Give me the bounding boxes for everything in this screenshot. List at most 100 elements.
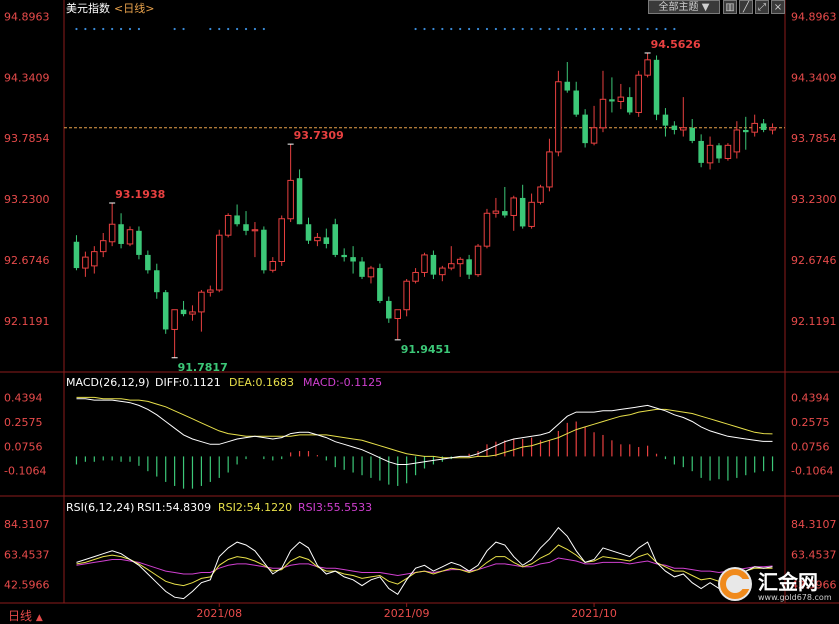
marker-dot	[476, 27, 480, 31]
extreme-label: 91.9451	[401, 343, 451, 356]
marker-dot	[530, 27, 533, 31]
candle-body-up	[769, 127, 776, 131]
candle-body-down	[689, 127, 695, 141]
marker-dot	[584, 27, 587, 31]
candle-body-up	[483, 212, 491, 247]
marker-dot	[102, 27, 105, 31]
rsi-tick-right: 63.4537	[791, 548, 837, 561]
candle-body-down	[716, 145, 722, 159]
theme-selector-label: 全部主题	[658, 2, 699, 13]
marker-dot	[592, 27, 596, 31]
candle-body-up	[314, 236, 321, 242]
candle-body-down	[653, 59, 660, 115]
candle-body-up	[537, 186, 544, 203]
marker-dot	[137, 27, 141, 31]
marker-dot	[75, 27, 78, 31]
rsi-tick-left: 84.3107	[4, 518, 50, 531]
candle-body-up	[224, 214, 232, 236]
extreme-label: 93.7309	[294, 129, 344, 142]
watermark-name: 汇金网	[758, 570, 818, 594]
candle-body-up	[171, 309, 178, 330]
expand-icon[interactable]: ⤢	[755, 0, 769, 14]
period-link[interactable]: <日线>	[114, 1, 154, 15]
candle-body-up	[635, 74, 642, 113]
marker-dot	[432, 27, 435, 31]
marker-dot	[218, 27, 221, 31]
candle-body-down	[466, 259, 472, 275]
watermark-logo: 汇金网 www.gold678.com	[718, 566, 834, 606]
candle-body-up	[510, 197, 518, 216]
candle-body-down	[305, 224, 312, 241]
rsi1-value: RSI1:54.8309	[137, 501, 211, 514]
macd-label: MACD(26,12,9)	[66, 376, 150, 389]
close-icon[interactable]: ×	[771, 0, 785, 14]
price-tick-left: 94.8963	[4, 10, 50, 23]
candle-body-down	[332, 224, 339, 255]
marker-dot	[262, 27, 265, 31]
price-tick-right: 94.3409	[791, 71, 837, 84]
rsi-tick-right: 84.3107	[791, 518, 837, 531]
marker-dot	[655, 27, 658, 31]
marker-dot	[673, 27, 676, 31]
candle-body-down	[760, 123, 767, 130]
marker-dot	[235, 27, 239, 31]
extreme-label: 91.7817	[178, 361, 228, 374]
watermark-url: www.gold678.com	[758, 593, 832, 602]
candle-body-up	[680, 127, 687, 131]
price-tick-right: 93.2300	[791, 193, 837, 206]
candle-body-down	[573, 90, 579, 115]
candle-body-up	[546, 151, 553, 188]
candle-body-up	[555, 81, 562, 153]
chart-type-icon[interactable]: ▥	[723, 0, 737, 14]
candle-body-up	[269, 260, 277, 271]
marker-dot	[539, 27, 542, 31]
candle-body-up	[198, 291, 205, 313]
candle-body-down	[698, 140, 704, 163]
candle-body-down	[118, 224, 124, 244]
draw-line-icon[interactable]: ╱	[739, 0, 753, 14]
candle-body-up	[99, 240, 107, 253]
candle-body-down	[162, 292, 169, 330]
candle-body-down	[582, 114, 588, 144]
candle-body-down	[73, 241, 80, 269]
candle-body-up	[439, 267, 446, 276]
macd-tick-right: 0.2575	[791, 416, 830, 429]
macd-tick-left: 0.0756	[4, 440, 43, 453]
marker-dot	[128, 27, 132, 31]
candle-body-down	[377, 268, 383, 301]
chevron-up-icon: ▲	[35, 613, 43, 623]
rsi3-value: RSI3:55.5533	[298, 501, 372, 514]
marker-dot	[182, 27, 185, 31]
price-tick-left: 93.7854	[4, 132, 50, 145]
macd-tick-left: 0.4394	[4, 391, 43, 404]
candle-body-up	[91, 251, 98, 267]
marker-dot	[84, 27, 87, 31]
candle-body-up	[82, 256, 89, 269]
marker-dot	[468, 27, 471, 31]
marker-dot	[459, 27, 462, 31]
marker-dot	[646, 27, 649, 31]
period-tab[interactable]: 日线 ▲	[8, 607, 43, 624]
candle-body-up	[456, 258, 464, 265]
marker-dot	[619, 27, 622, 31]
price-tick-left: 92.1191	[4, 315, 50, 328]
candle-body-up	[251, 229, 259, 232]
marker-dot	[548, 27, 551, 31]
marker-dot	[414, 27, 417, 31]
theme-selector[interactable]: 全部主题 ▼	[648, 0, 720, 14]
extreme-label: 93.1938	[115, 188, 165, 201]
candle-body-up	[599, 98, 607, 129]
marker-dot	[227, 27, 230, 31]
date-tick: 2021/09	[384, 607, 430, 620]
price-tick-right: 93.7854	[791, 132, 837, 145]
chevron-down-icon: ▼	[701, 2, 710, 13]
candle-body-down	[502, 211, 508, 216]
candle-body-down	[136, 230, 142, 255]
candle-body-down	[430, 254, 437, 275]
candle-body-down	[145, 254, 151, 271]
marker-dot	[209, 27, 212, 31]
candle-body-down	[742, 129, 749, 133]
marker-dot	[601, 27, 605, 31]
marker-dot	[628, 27, 631, 31]
price-tick-right: 94.8963	[791, 10, 837, 23]
